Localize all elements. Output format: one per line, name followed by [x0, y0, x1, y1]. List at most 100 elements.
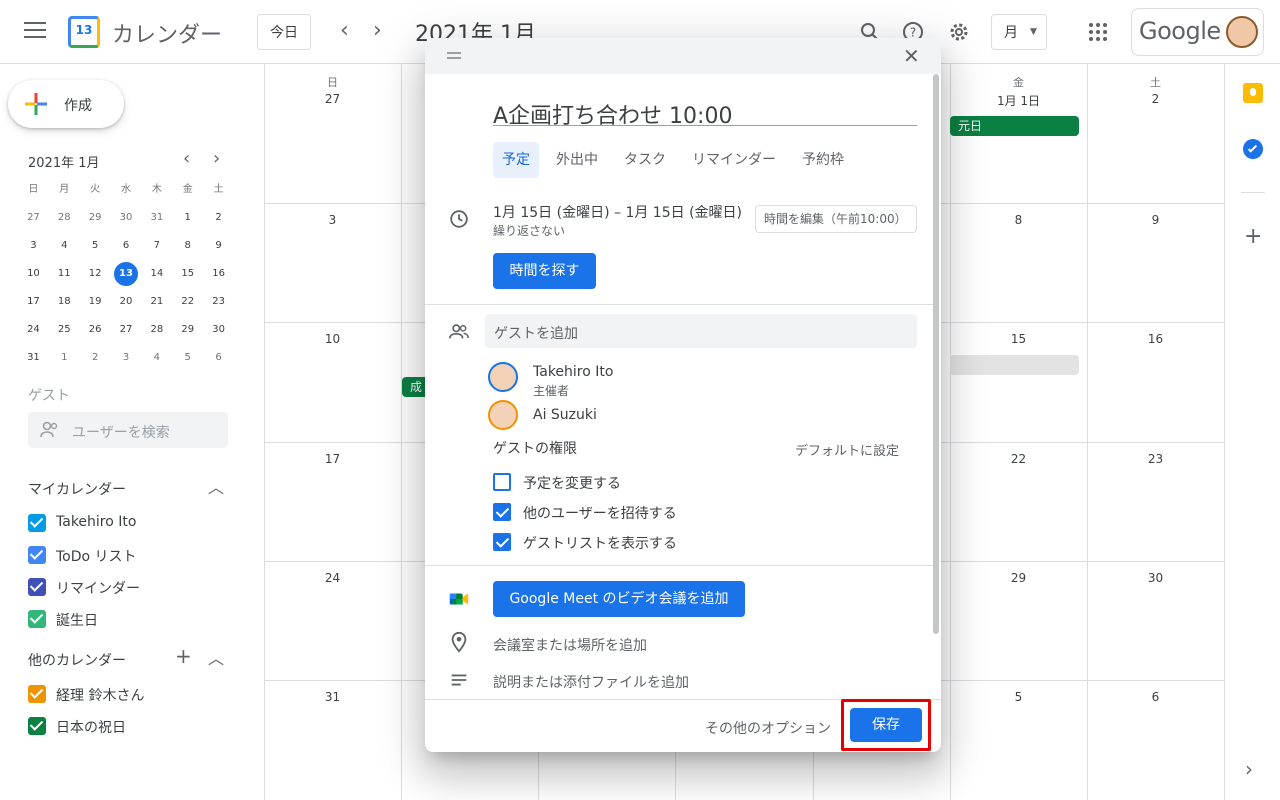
prev-period-icon[interactable]: ‹	[340, 18, 349, 43]
add-other-calendar-icon[interactable]: +	[175, 644, 192, 668]
people-search-input[interactable]: ユーザーを検索	[28, 412, 228, 448]
mini-day[interactable]: 17	[18, 292, 49, 320]
day-number[interactable]: 22	[950, 452, 1087, 466]
my-calendars-title[interactable]: マイカレンダー	[28, 479, 126, 499]
mini-day[interactable]: 5	[172, 348, 203, 376]
mini-day[interactable]: 26	[80, 320, 111, 348]
calendar-checkbox[interactable]	[28, 578, 46, 596]
event-type-tab[interactable]: 予約枠	[793, 142, 853, 178]
mini-day[interactable]: 11	[49, 264, 80, 292]
day-number[interactable]: 1月 1日	[950, 92, 1087, 109]
mini-day[interactable]: 1	[49, 348, 80, 376]
calendar-checkbox[interactable]	[28, 685, 46, 703]
more-options-button[interactable]: その他のオプション	[705, 718, 831, 738]
mini-day[interactable]: 30	[111, 208, 142, 236]
create-button[interactable]: 作成	[8, 80, 124, 128]
main-menu-icon[interactable]	[24, 22, 46, 40]
dialog-scrollbar[interactable]	[932, 74, 940, 674]
calendar-checkbox[interactable]	[28, 514, 46, 532]
other-calendars-title[interactable]: 他のカレンダー	[28, 650, 126, 670]
day-number[interactable]: 3	[264, 213, 401, 227]
mini-day[interactable]: 2	[203, 208, 234, 236]
collapse-my-calendars-icon[interactable]: ︿	[208, 474, 224, 498]
permission-checkbox[interactable]	[493, 533, 511, 551]
day-number[interactable]: 24	[264, 571, 401, 585]
mini-day[interactable]: 25	[49, 320, 80, 348]
event-type-tab[interactable]: リマインダー	[683, 142, 785, 178]
day-number[interactable]: 9	[1087, 213, 1224, 227]
mini-day[interactable]: 28	[141, 320, 172, 348]
add-location-input[interactable]: 会議室または場所を追加	[493, 635, 647, 655]
day-number[interactable]: 8	[950, 213, 1087, 227]
day-number[interactable]: 16	[1087, 332, 1224, 346]
keep-icon[interactable]	[1243, 83, 1263, 103]
settings-gear-icon[interactable]	[947, 20, 971, 44]
mini-day[interactable]: 3	[18, 236, 49, 264]
add-addon-icon[interactable]: +	[1244, 224, 1262, 249]
mini-day[interactable]: 12	[80, 264, 111, 292]
mini-day[interactable]: 14	[141, 264, 172, 292]
add-google-meet-button[interactable]: Google Meet のビデオ会議を追加	[493, 581, 745, 617]
permission-checkbox[interactable]	[493, 503, 511, 521]
account-area[interactable]: Google	[1131, 8, 1264, 56]
mini-day[interactable]: 29	[80, 208, 111, 236]
repeat-setting[interactable]: 繰り返さない	[493, 222, 565, 239]
mini-day[interactable]: 5	[80, 236, 111, 264]
add-guest-input[interactable]: ゲストを追加	[485, 314, 917, 348]
day-number[interactable]: 2	[1087, 92, 1224, 106]
mini-day[interactable]: 9	[203, 236, 234, 264]
mini-day[interactable]: 31	[141, 208, 172, 236]
mini-day[interactable]: 19	[80, 292, 111, 320]
day-number[interactable]: 15	[950, 332, 1087, 346]
day-number[interactable]: 5	[950, 690, 1087, 704]
mini-day[interactable]: 30	[203, 320, 234, 348]
next-period-icon[interactable]: ›	[373, 18, 382, 43]
mini-day[interactable]: 28	[49, 208, 80, 236]
collapse-other-calendars-icon[interactable]: ︿	[208, 645, 224, 669]
day-number[interactable]: 27	[264, 92, 401, 106]
mini-day[interactable]: 31	[18, 348, 49, 376]
calendar-checkbox[interactable]	[28, 610, 46, 628]
day-number[interactable]: 30	[1087, 571, 1224, 585]
day-number[interactable]: 23	[1087, 452, 1224, 466]
mini-day[interactable]: 6	[111, 236, 142, 264]
add-description-input[interactable]: 説明または添付ファイルを追加	[493, 672, 689, 692]
mini-day[interactable]: 2	[80, 348, 111, 376]
edit-time-button[interactable]: 時間を編集（午前10:00）	[755, 205, 917, 233]
event-type-tab[interactable]: タスク	[615, 142, 675, 178]
mini-prev-icon[interactable]: ‹	[183, 148, 190, 169]
account-avatar[interactable]	[1226, 16, 1258, 48]
mini-day[interactable]: 27	[18, 208, 49, 236]
mini-day[interactable]: 24	[18, 320, 49, 348]
apps-grid-icon[interactable]	[1086, 20, 1110, 44]
event-chip[interactable]: 元日	[950, 116, 1079, 136]
permission-checkbox[interactable]	[493, 473, 511, 491]
mini-day[interactable]: 29	[172, 320, 203, 348]
mini-day[interactable]: 21	[141, 292, 172, 320]
mini-day[interactable]: 1	[172, 208, 203, 236]
mini-day[interactable]: 23	[203, 292, 234, 320]
mini-day[interactable]: 6	[203, 348, 234, 376]
mini-day[interactable]: 7	[141, 236, 172, 264]
find-time-button[interactable]: 時間を探す	[493, 253, 596, 289]
dialog-drag-bar[interactable]: ✕	[425, 38, 941, 74]
set-default-permissions-link[interactable]: デフォルトに設定	[795, 440, 899, 459]
expand-panel-icon[interactable]: ›	[1245, 757, 1253, 781]
mini-day[interactable]: 22	[172, 292, 203, 320]
view-select[interactable]: 月 ▼	[991, 14, 1047, 50]
mini-day[interactable]: 27	[111, 320, 142, 348]
close-icon[interactable]: ✕	[903, 44, 920, 68]
mini-day[interactable]: 8	[172, 236, 203, 264]
event-date-range[interactable]: 1月 15日 (金曜日) – 1月 15日 (金曜日)	[493, 202, 742, 222]
mini-day[interactable]: 4	[141, 348, 172, 376]
mini-next-icon[interactable]: ›	[213, 148, 220, 169]
calendar-checkbox[interactable]	[28, 546, 46, 564]
mini-day[interactable]: 18	[49, 292, 80, 320]
day-number[interactable]: 29	[950, 571, 1087, 585]
save-button[interactable]: 保存	[850, 708, 922, 742]
mini-day[interactable]: 15	[172, 264, 203, 292]
drag-handle-icon[interactable]	[447, 52, 461, 62]
mini-day[interactable]: 3	[111, 348, 142, 376]
mini-day[interactable]: 16	[203, 264, 234, 292]
mini-day[interactable]: 20	[111, 292, 142, 320]
